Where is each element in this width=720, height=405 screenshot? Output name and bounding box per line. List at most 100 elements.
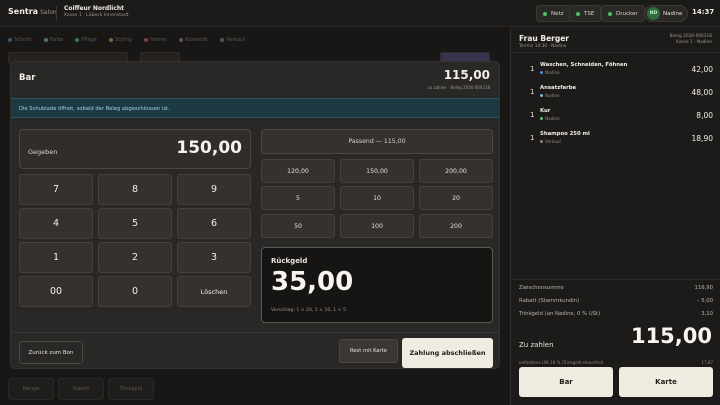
quick-amount-button[interactable]: 10 [340,186,414,210]
category-tab[interactable]: Herren [144,37,167,43]
clock: 14:37 [692,8,715,16]
quick-amount-button[interactable]: 200 [419,214,493,238]
tip-value: 3,10 [701,311,713,317]
item-qty: 1 [530,65,535,73]
qty-button[interactable]: Menge [8,378,54,400]
user-menu[interactable]: ND Nadine [644,5,688,22]
staff-dot-icon [540,94,543,97]
staff-name: Verkauf [545,139,561,144]
divider [56,6,57,21]
keypad-key[interactable]: 6 [177,208,251,239]
quick-amount-button[interactable]: 150,00 [340,159,414,183]
quick-amount-button[interactable]: 5 [261,186,335,210]
category-dot-icon [75,38,80,42]
pay-cash-button[interactable]: Bar [519,367,613,397]
quick-amount-button[interactable]: 100 [340,214,414,238]
staff-name: Nadine [545,116,560,121]
printer-label: Drucker [616,10,638,17]
drawer-notice: Die Schublade öffnet, sobald der Beleg a… [11,98,499,118]
user-name: Nadine [663,10,683,17]
rest-with-card-button[interactable]: Rest mit Karte [339,339,398,363]
category-label: Pflege [81,37,97,43]
subtotal-row: Zwischensumme 116,90 [519,285,713,291]
network-status[interactable]: Netz [536,5,571,22]
category-tab[interactable]: Pflege [75,37,97,43]
item-name: Waschen, Schneiden, Föhnen [540,62,628,68]
tip-button[interactable]: Trinkgeld [108,378,154,400]
receipt-line-item[interactable]: 1 Shampoo 250 ml Verkauf 18,90 [511,128,720,151]
pay-card-button[interactable]: Karte [619,367,713,397]
item-name: Kur [540,108,551,114]
discount-label: Rabatt (Stammkundin) [519,298,580,304]
discount-button[interactable]: Rabatt [58,378,104,400]
tax-label: enthaltene USt 19 % (Trinkgeld steuerfre… [519,360,604,365]
tip-label: Trinkgeld (an Nadine, 0 % USt) [519,311,601,317]
keypad-key[interactable]: 1 [19,242,93,273]
customer-name: Frau Berger [519,34,570,43]
keypad-key[interactable]: 5 [98,208,172,239]
category-tab[interactable]: Schnitt [8,37,32,43]
top-bar: Sentra Salon Coiffeur Nordlicht Kasse 1 ·… [0,0,720,27]
clear-key[interactable]: Löschen [177,276,251,307]
item-name: Shampoo 250 ml [540,131,590,137]
category-label: Herren [150,37,168,43]
category-tab[interactable]: Kosmetik [179,37,208,43]
receipt-info: Beleg 2026-000318 Kasse 1 · Nadine [670,34,712,46]
divider [11,332,499,333]
register-info: Kasse 1 · Nadine [676,40,712,45]
receipt-line-item[interactable]: 1 Waschen, Schneiden, Föhnen Nadine 42,00 [511,59,720,82]
change-value: 35,00 [271,267,354,297]
category-bar: Schnitt Farbe Pflege Styling Herren Kosmetik V… [8,37,245,43]
quick-amount-button[interactable]: 200,00 [419,159,493,183]
item-staff: Nadine [540,70,560,75]
quick-amount-button[interactable]: 120,00 [261,159,335,183]
keypad-key[interactable]: 7 [19,174,93,205]
keypad-key[interactable]: 8 [98,174,172,205]
category-tab[interactable]: Farbe [43,37,63,43]
keypad-key[interactable]: 3 [177,242,251,273]
discount-value: – 5,00 [696,298,713,304]
staff-dot-icon [540,71,543,74]
item-price: 18,90 [691,134,713,143]
salon-location: Kasse 1 · Lübeck Innenstadt [64,13,129,18]
keypad-key[interactable]: 9 [177,174,251,205]
quick-amount-button[interactable]: 50 [261,214,335,238]
tax-value: 17,87 [701,360,713,365]
category-dot-icon [8,38,12,42]
quick-amount-button[interactable]: 20 [419,186,493,210]
item-name: Ansatzfarbe [540,85,577,91]
tip-row: Trinkgeld (an Nadine, 0 % USt) 3,10 [519,311,713,317]
category-dot-icon [108,38,113,42]
back-to-receipt-button[interactable]: Zurück zum Bon [19,341,83,364]
exact-amount-button[interactable]: Passend — 115,00 [261,129,493,154]
given-field[interactable]: Gegeben 150,00 [19,129,251,169]
given-label: Gegeben [28,148,58,156]
category-dot-icon [219,38,224,42]
keypad-key[interactable]: 4 [19,208,93,239]
staff-dot-icon [540,140,543,143]
category-tab[interactable]: Verkauf [219,37,245,43]
tse-status[interactable]: TSE [569,5,602,22]
keypad-key[interactable]: 00 [19,276,93,307]
item-staff: Verkauf [540,139,561,144]
total-due-value: 115,00 [630,324,712,348]
keypad-key[interactable]: 2 [98,242,172,273]
divider [511,279,720,280]
complete-payment-button[interactable]: Zahlung abschließen [402,338,493,368]
salon-name: Coiffeur Nordlicht [64,5,125,12]
category-tab[interactable]: Styling [108,37,133,43]
item-qty: 1 [530,134,535,142]
category-label: Styling [114,37,133,43]
change-box: Rückgeld 35,00 Vorschlag: 1 × 20, 1 × 10… [261,247,493,323]
keypad-key[interactable]: 0 [98,276,172,307]
receipt-line-item[interactable]: 1 Kur Nadine 8,00 [511,105,720,128]
status-ok-icon [608,11,612,16]
dialog-title: Bar [19,73,36,83]
divider [511,52,720,53]
category-label: Kosmetik [185,37,208,43]
printer-status[interactable]: Drucker [601,5,645,22]
subtotal-value: 116,90 [694,285,713,291]
item-qty: 1 [530,88,535,96]
total-due-label: Zu zahlen [519,341,554,349]
receipt-line-item[interactable]: 1 Ansatzfarbe Nadine 48,00 [511,82,720,105]
